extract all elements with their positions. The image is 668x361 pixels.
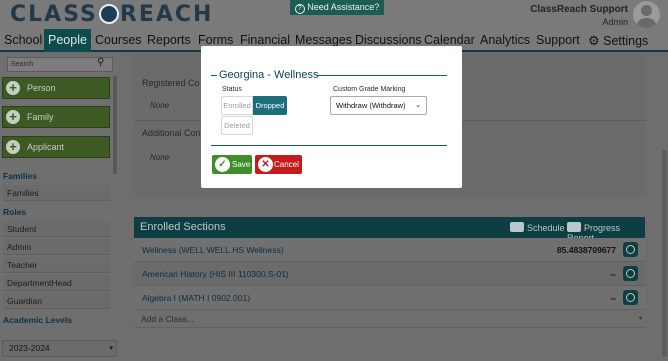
check-icon: ✓ xyxy=(215,157,230,172)
plus-icon: + xyxy=(6,81,20,95)
registered-contacts-label: Registered Co xyxy=(142,78,200,88)
section-heading-academic-levels: Academic Levels xyxy=(3,315,72,325)
add-family-button[interactable]: + Family xyxy=(2,106,110,128)
need-assistance-button[interactable]: ? Need Assistance? xyxy=(290,0,384,15)
school-year-select[interactable]: 2023-2024 ▾ xyxy=(2,340,117,357)
sidebar: Search ⚲ + Person + Family + Applicant F… xyxy=(0,54,118,361)
add-class-placeholder: Add a Class... xyxy=(141,314,194,324)
nav-settings[interactable]: ⚙ Settings xyxy=(588,29,648,52)
nav-analytics[interactable]: Analytics xyxy=(480,29,530,52)
plus-icon: + xyxy=(6,110,20,124)
table-row[interactable]: Wellness (WELL WELL.HS Wellness) 85.4838… xyxy=(134,238,645,262)
title-rule xyxy=(211,75,217,76)
section-heading-families: Families xyxy=(3,171,38,181)
custom-grade-value: Withdraw (Withdraw) xyxy=(336,101,406,110)
cancel-button[interactable]: ✕ Cancel xyxy=(255,155,302,174)
section-settings-icon[interactable] xyxy=(623,242,638,257)
sidebar-item-teacher[interactable]: Teacher xyxy=(3,257,110,273)
logo-text-class: CLASS xyxy=(10,2,98,27)
close-icon: ✕ xyxy=(258,157,273,172)
section-settings-icon[interactable] xyxy=(623,290,638,305)
sidebar-scrollbar[interactable] xyxy=(113,76,117,174)
section-settings-icon[interactable] xyxy=(623,266,638,281)
plus-icon: + xyxy=(6,140,20,154)
additional-contacts-label: Additional Con xyxy=(142,128,201,138)
status-deleted-toggle[interactable]: Deleted xyxy=(221,116,253,135)
nav-school[interactable]: School xyxy=(4,29,42,52)
modal-title: Georgina - Wellness xyxy=(219,69,319,81)
app-header: CLASS REACH ? Need Assistance? ClassReach… xyxy=(0,0,668,29)
status-dropped-toggle[interactable]: Dropped xyxy=(253,96,287,115)
nav-reports[interactable]: Reports xyxy=(147,29,191,52)
registered-contacts-value: None xyxy=(150,101,170,110)
section-grade: -- xyxy=(610,269,616,279)
nav-courses[interactable]: Courses xyxy=(95,29,142,52)
avatar[interactable] xyxy=(633,1,660,28)
printer-icon xyxy=(510,222,524,232)
sidebar-item-student[interactable]: Student xyxy=(3,221,110,237)
user-role: Admin xyxy=(602,17,628,27)
custom-grade-select[interactable]: Withdraw (Withdraw) ⌄ xyxy=(330,96,427,115)
section-heading-roles: Roles xyxy=(3,207,27,217)
enrolled-sections-header: Enrolled Sections Schedule Progress Repo… xyxy=(134,217,645,243)
question-icon: ? xyxy=(294,4,305,14)
gear-icon: ⚙ xyxy=(588,33,600,48)
printer-icon xyxy=(567,222,581,232)
edit-enrollment-modal: Georgina - Wellness Status Enrolled Drop… xyxy=(201,46,462,188)
add-applicant-button[interactable]: + Applicant xyxy=(2,136,110,158)
custom-grade-label: Custom Grade Marking xyxy=(333,86,406,93)
additional-contacts-value: None xyxy=(150,153,170,162)
section-name[interactable]: Wellness (WELL WELL.HS Wellness) xyxy=(142,245,284,255)
schedule-label: Schedule xyxy=(527,223,565,233)
title-rule xyxy=(316,75,447,76)
sidebar-item-guardian[interactable]: Guardian xyxy=(3,293,110,309)
globe-icon xyxy=(98,4,119,24)
section-name[interactable]: Algebra I (MATH I 0902.001) xyxy=(142,293,250,303)
sidebar-item-departmenthead[interactable]: DepartmentHead xyxy=(3,275,110,291)
add-person-label: Person xyxy=(27,83,56,93)
table-row[interactable]: Algebra I (MATH I 0902.001) -- xyxy=(134,286,645,310)
nav-settings-label: Settings xyxy=(603,34,649,48)
save-button[interactable]: ✓ Save xyxy=(212,155,252,174)
sidebar-item-admin[interactable]: Admin xyxy=(3,239,110,255)
sidebar-item-families[interactable]: Families xyxy=(3,185,110,201)
section-grade: -- xyxy=(610,293,616,303)
add-applicant-label: Applicant xyxy=(27,142,65,152)
section-grade: 85.4838709677 xyxy=(556,245,616,255)
chevron-down-icon: ▾ xyxy=(638,316,642,322)
search-icon[interactable]: ⚲ xyxy=(97,57,104,68)
add-family-label: Family xyxy=(27,112,54,122)
cancel-label: Cancel xyxy=(274,160,299,169)
nav-support[interactable]: Support xyxy=(536,29,580,52)
add-person-button[interactable]: + Person xyxy=(2,77,110,99)
chevron-down-icon: ⌄ xyxy=(415,102,421,109)
classreach-logo[interactable]: CLASS REACH xyxy=(10,3,213,27)
chevron-down-icon: ▾ xyxy=(109,345,113,352)
table-row[interactable]: American History (HIS III 110300.S-01) -… xyxy=(134,262,645,286)
school-year-value: 2023-2024 xyxy=(9,343,50,353)
logo-text-reach: REACH xyxy=(119,2,214,27)
nav-people[interactable]: People xyxy=(44,29,91,52)
add-class-select[interactable]: Add a Class... ▾ xyxy=(134,310,645,328)
enrolled-sections-title: Enrolled Sections xyxy=(140,221,226,233)
schedule-button[interactable]: Schedule xyxy=(510,222,565,233)
status-label: Status xyxy=(222,86,242,93)
page-scrollbar[interactable] xyxy=(662,150,667,357)
save-label: Save xyxy=(232,160,251,169)
need-assistance-label: Need Assistance? xyxy=(307,2,380,12)
divider xyxy=(211,145,447,146)
status-enrolled-toggle[interactable]: Enrolled xyxy=(221,96,253,115)
user-name[interactable]: ClassReach Support xyxy=(530,4,628,15)
section-name[interactable]: American History (HIS III 110300.S-01) xyxy=(142,269,289,279)
